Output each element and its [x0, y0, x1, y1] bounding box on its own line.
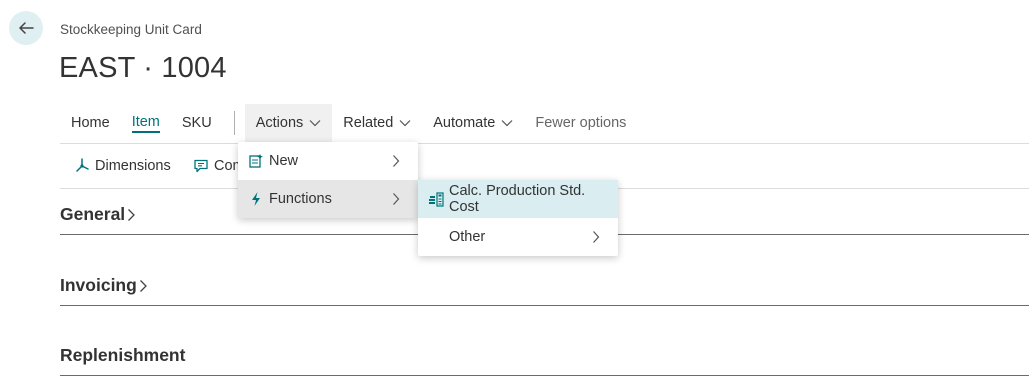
chevron-right-icon — [393, 155, 400, 167]
tab-home[interactable]: Home — [60, 104, 121, 142]
section-invoicing-header[interactable]: Invoicing — [60, 275, 1029, 296]
fewer-options-button[interactable]: Fewer options — [524, 104, 637, 142]
automate-menu-button[interactable]: Automate — [422, 104, 524, 142]
actions-dropdown: New Functions — [238, 142, 418, 218]
functions-submenu: Calc. Production Std. Cost Other — [418, 180, 618, 256]
back-button[interactable] — [9, 11, 43, 45]
dimensions-button[interactable]: Dimensions — [74, 144, 171, 188]
chevron-down-icon — [309, 120, 321, 127]
page-caption: Stockkeeping Unit Card — [60, 22, 202, 37]
chevron-down-icon — [399, 120, 411, 127]
menu-item-other[interactable]: Other — [418, 218, 618, 256]
page-title: EAST · 1004 — [59, 52, 227, 84]
menu-item-functions[interactable]: Functions — [238, 180, 418, 218]
calculator-icon — [429, 192, 444, 207]
chevron-right-icon — [128, 208, 136, 221]
chevron-right-icon — [139, 279, 147, 292]
actions-menu-button[interactable]: Actions — [244, 104, 333, 142]
section-replenishment: Replenishment — [60, 345, 1029, 376]
section-invoicing: Invoicing — [60, 275, 1029, 306]
divider — [233, 111, 235, 135]
dimensions-icon — [76, 158, 89, 172]
comment-icon — [194, 159, 208, 173]
menu-item-new[interactable]: New — [238, 142, 418, 180]
section-replenishment-header[interactable]: Replenishment — [60, 345, 1029, 366]
tab-item[interactable]: Item — [121, 104, 171, 142]
chevron-down-icon — [501, 120, 513, 127]
related-menu-button[interactable]: Related — [332, 104, 422, 142]
tab-sku[interactable]: SKU — [171, 104, 223, 142]
chevron-right-icon — [393, 193, 400, 205]
menu-item-calc-production-std-cost[interactable]: Calc. Production Std. Cost — [418, 180, 618, 218]
new-document-icon — [249, 154, 263, 168]
action-bar: Home Item SKU Actions Related Automate F… — [60, 104, 637, 142]
lightning-icon — [252, 192, 260, 206]
back-arrow-icon — [19, 22, 34, 34]
chevron-right-icon — [593, 231, 600, 243]
